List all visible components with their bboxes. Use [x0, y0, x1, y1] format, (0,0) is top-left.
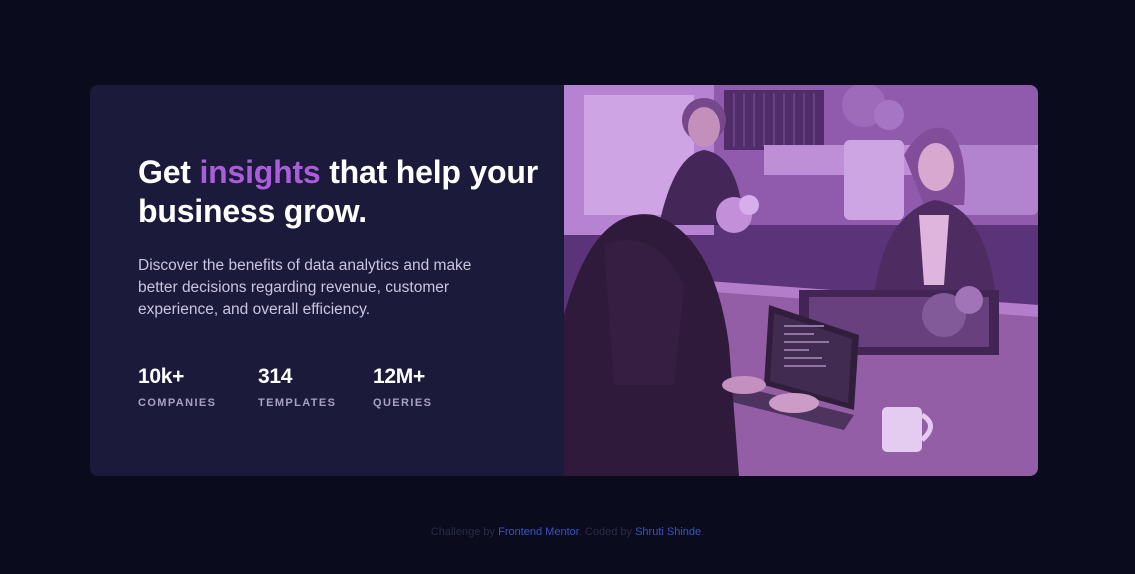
- headline-start: Get: [138, 154, 200, 190]
- challenge-prefix: Challenge by: [430, 526, 499, 538]
- stat-value: 314: [258, 365, 293, 388]
- stat-label: TEMPLATES: [258, 397, 337, 409]
- stat-value: 10k+: [138, 365, 185, 388]
- stats-row: 10k+ COMPANIES 314 TEMPLATES 12M+ QUERIE…: [138, 365, 538, 415]
- author-link[interactable]: Shruti Shinde: [635, 526, 701, 538]
- stat-label: COMPANIES: [138, 397, 217, 409]
- stat-queries: 12M+ QUERIES: [373, 365, 432, 409]
- frontend-mentor-link[interactable]: Frontend Mentor: [498, 526, 579, 538]
- stat-value: 12M+: [373, 365, 425, 388]
- stat-label: QUERIES: [373, 397, 433, 409]
- stat-templates: 314 TEMPLATES: [258, 365, 336, 409]
- stat-companies: 10k+ COMPANIES: [138, 365, 216, 409]
- description: Discover the benefits of data analytics …: [138, 257, 472, 318]
- attribution: Challenge by Frontend Mentor. Coded by S…: [0, 526, 1135, 538]
- attribution-suffix: .: [701, 526, 705, 538]
- office-photo-image: [564, 85, 1038, 476]
- headline: Get insights that help your business gro…: [138, 153, 538, 231]
- headline-highlight: insights: [199, 154, 321, 190]
- office-photo: [564, 85, 1038, 476]
- stats-preview-card: Get insights that help your business gro…: [90, 85, 1038, 476]
- coded-prefix: . Coded by: [578, 526, 636, 538]
